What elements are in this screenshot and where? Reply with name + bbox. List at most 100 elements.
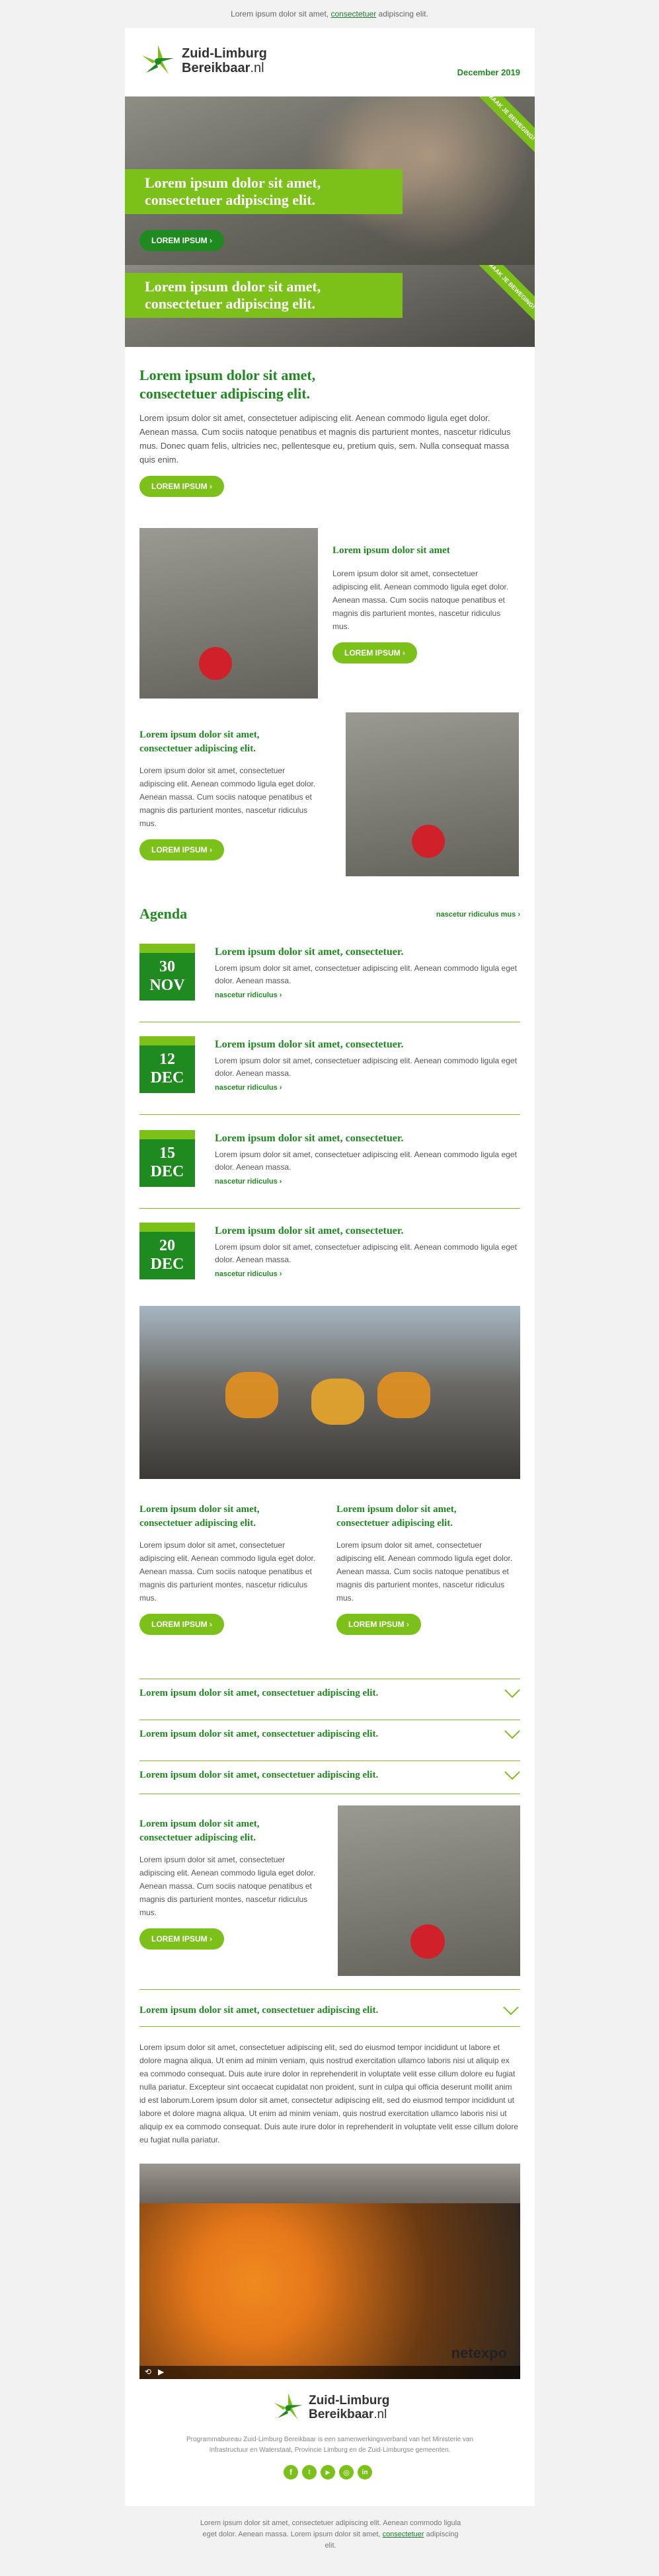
agenda-day: 15 xyxy=(159,1145,175,1162)
feature2-text: Lorem ipsum dolor sit amet, consectetuer… xyxy=(139,728,318,860)
social-links: f t ▶ ◎ in xyxy=(284,2465,372,2480)
hero-image-2[interactable]: Lorem ipsum dolor sit amet, consectetuer… xyxy=(125,265,535,347)
divider xyxy=(139,1114,520,1115)
intro-title-line1: Lorem ipsum dolor sit amet, xyxy=(139,367,316,383)
chevron-down-icon[interactable] xyxy=(504,1730,520,1739)
feature2-button[interactable]: LOREM IPSUM › xyxy=(139,839,224,860)
footer-logo-tld: .nl xyxy=(373,2407,387,2421)
agenda-day: 30 xyxy=(159,958,175,975)
agenda-item[interactable]: 20 DEC Lorem ipsum dolor sit amet, consect… xyxy=(139,1223,520,1295)
preheader: Lorem ipsum dolor sit amet, consectetuer… xyxy=(0,0,659,28)
two-col-right: Lorem ipsum dolor sit amet, consectetuer… xyxy=(336,1503,515,1635)
agenda-title: Lorem ipsum dolor sit amet, consectetuer… xyxy=(215,946,404,958)
agenda-item[interactable]: 15 DEC Lorem ipsum dolor sit amet, consect… xyxy=(139,1130,520,1203)
email-body: Zuid-Limburg Bereikbaar.nl December 2019… xyxy=(125,28,535,2506)
hero-title-box: Lorem ipsum dolor sit amet, consectetuer… xyxy=(125,169,403,214)
col1-title-line2: consectetuer adipiscing elit. xyxy=(139,1518,256,1529)
agenda-text: Lorem ipsum dolor sit amet, consectetuer… xyxy=(215,1242,517,1264)
agenda-item[interactable]: 30 NOV Lorem ipsum dolor sit amet, consect… xyxy=(139,944,520,1016)
feature3-title-line2: consectetuer adipiscing elit. xyxy=(139,1833,256,1843)
agenda-link[interactable]: nascetur ridiculus › xyxy=(215,1270,282,1278)
accordion-title: Lorem ipsum dolor sit amet, consectetuer… xyxy=(139,1688,379,1698)
accordion-row[interactable]: Lorem ipsum dolor sit amet, consectetuer… xyxy=(139,1729,520,1747)
postfooter-link[interactable]: consectetuer xyxy=(383,2530,424,2538)
agenda-item[interactable]: 12 DEC Lorem ipsum dolor sit amet, consect… xyxy=(139,1036,520,1109)
intro-button[interactable]: LOREM IPSUM › xyxy=(139,476,224,497)
agenda-title: Lorem ipsum dolor sit amet, consectetuer… xyxy=(215,1039,404,1050)
preheader-link[interactable]: consectetuer xyxy=(330,9,376,19)
logo-leaf-icon xyxy=(274,2393,303,2419)
postfooter: Lorem ipsum dolor sit amet, consectetuer… xyxy=(198,2518,463,2552)
agenda-link[interactable]: nascetur ridiculus › xyxy=(215,991,282,999)
chevron-down-icon[interactable] xyxy=(504,1689,520,1698)
agenda-date-badge: 30 NOV xyxy=(139,944,195,1001)
feature1-title: Lorem ipsum dolor sit amet xyxy=(332,545,450,556)
feature2-title-line2: consectetuer adipiscing elit. xyxy=(139,743,256,754)
chevron-up-icon[interactable] xyxy=(503,2006,519,2016)
twitter-icon[interactable]: t xyxy=(302,2465,317,2480)
logo-leaf-icon xyxy=(140,43,176,79)
hero-image-1[interactable]: Lorem ipsum dolor sit amet, consectetuer… xyxy=(125,96,535,265)
replay-icon[interactable]: ⟲ xyxy=(145,2367,151,2376)
accordion-open-text: Lorem ipsum dolor sit amet, consectetuer… xyxy=(139,2043,518,2144)
linkedin-icon[interactable]: in xyxy=(358,2465,372,2480)
video-player[interactable]: netexpo ⟲ ▶ xyxy=(139,2164,520,2379)
logo-tld: .nl xyxy=(250,61,264,75)
agenda-title: Lorem ipsum dolor sit amet, consectetuer… xyxy=(215,1133,404,1144)
facebook-icon[interactable]: f xyxy=(284,2465,298,2480)
feature3-body: Lorem ipsum dolor sit amet, consectetuer… xyxy=(139,1855,316,1917)
agenda-link[interactable]: nascetur ridiculus › xyxy=(215,1084,282,1092)
hero2-ribbon-text: MAAK JE BEWEGING! xyxy=(486,265,535,311)
hero-title-line1: Lorem ipsum dolor sit amet, xyxy=(145,174,321,191)
feature2-title-line1: Lorem ipsum dolor sit amet, xyxy=(139,730,260,740)
agenda-month: DEC xyxy=(150,1256,184,1273)
hero-button[interactable]: LOREM IPSUM › xyxy=(139,230,224,251)
feature1-body: Lorem ipsum dolor sit amet, consectetuer… xyxy=(332,569,509,631)
feature1-image[interactable] xyxy=(139,528,318,699)
agenda-date-badge: 12 DEC xyxy=(139,1036,195,1093)
play-icon[interactable]: ▶ xyxy=(158,2367,164,2376)
agenda-text: Lorem ipsum dolor sit amet, consectetuer… xyxy=(215,1150,517,1172)
hero2-title-box: Lorem ipsum dolor sit amet, consectetuer… xyxy=(125,273,403,318)
agenda-more-link[interactable]: nascetur ridiculus mus › xyxy=(436,911,520,919)
divider xyxy=(139,1208,520,1209)
col2-body: Lorem ipsum dolor sit amet, consectetuer… xyxy=(336,1540,513,1603)
logo[interactable]: Zuid-Limburg Bereikbaar.nl xyxy=(139,42,267,79)
col2-button[interactable]: LOREM IPSUM › xyxy=(336,1614,421,1635)
divider xyxy=(139,2026,520,2027)
feature3-image[interactable] xyxy=(338,1805,520,1976)
feature1-text: Lorem ipsum dolor sit amet Lorem ipsum d… xyxy=(332,543,511,663)
intro-text: Lorem ipsum dolor sit amet, consectetuer… xyxy=(139,413,511,465)
issue-date: December 2019 xyxy=(457,67,520,77)
intro-section: Lorem ipsum dolor sit amet, consectetuer… xyxy=(139,366,520,497)
hero2-title-line2: consectetuer adipiscing elit. xyxy=(145,295,316,312)
feature3-title-line1: Lorem ipsum dolor sit amet, xyxy=(139,1819,260,1829)
agenda-title: Lorem ipsum dolor sit amet, consectetuer… xyxy=(215,1225,404,1236)
youtube-icon[interactable]: ▶ xyxy=(321,2465,335,2480)
col1-button[interactable]: LOREM IPSUM › xyxy=(139,1614,224,1635)
accordion-row[interactable]: Lorem ipsum dolor sit amet, consectetuer… xyxy=(139,1688,520,1706)
agenda-date-badge: 15 DEC xyxy=(139,1130,195,1187)
accordion-title: Lorem ipsum dolor sit amet, consectetuer… xyxy=(139,1770,379,1780)
accordion-open-title[interactable]: Lorem ipsum dolor sit amet, consectetuer… xyxy=(139,2005,378,2016)
col1-title-line1: Lorem ipsum dolor sit amet, xyxy=(139,1504,260,1515)
agenda-text: Lorem ipsum dolor sit amet, consectetuer… xyxy=(215,964,517,985)
feature3-button[interactable]: LOREM IPSUM › xyxy=(139,1928,224,1950)
col2-title-line2: consectetuer adipiscing elit. xyxy=(336,1518,453,1529)
agenda-link[interactable]: nascetur ridiculus › xyxy=(215,1178,282,1186)
footer-text: Programmabureau Zuid-Limburg Bereikbaar … xyxy=(186,2436,474,2454)
accordion-row[interactable]: Lorem ipsum dolor sit amet, consectetuer… xyxy=(139,1770,520,1788)
footer-logo-line1: Zuid-Limburg xyxy=(309,2394,390,2407)
footer-logo[interactable]: Zuid-Limburg Bereikbaar.nl xyxy=(272,2391,389,2424)
col2-title-line1: Lorem ipsum dolor sit amet, xyxy=(336,1504,457,1515)
video-controls: ⟲ ▶ xyxy=(139,2366,520,2379)
group-photo[interactable] xyxy=(139,1306,520,1479)
hero2-ribbon: MAAK JE BEWEGING! xyxy=(475,265,535,322)
feature1-button[interactable]: LOREM IPSUM › xyxy=(332,642,417,663)
logo-line2: Bereikbaar xyxy=(182,61,251,75)
agenda-text: Lorem ipsum dolor sit amet, consectetuer… xyxy=(215,1056,517,1078)
instagram-icon[interactable]: ◎ xyxy=(339,2465,354,2480)
chevron-down-icon[interactable] xyxy=(504,1771,520,1780)
feature2-image[interactable] xyxy=(346,712,519,876)
hero2-title-line1: Lorem ipsum dolor sit amet, xyxy=(145,278,321,295)
